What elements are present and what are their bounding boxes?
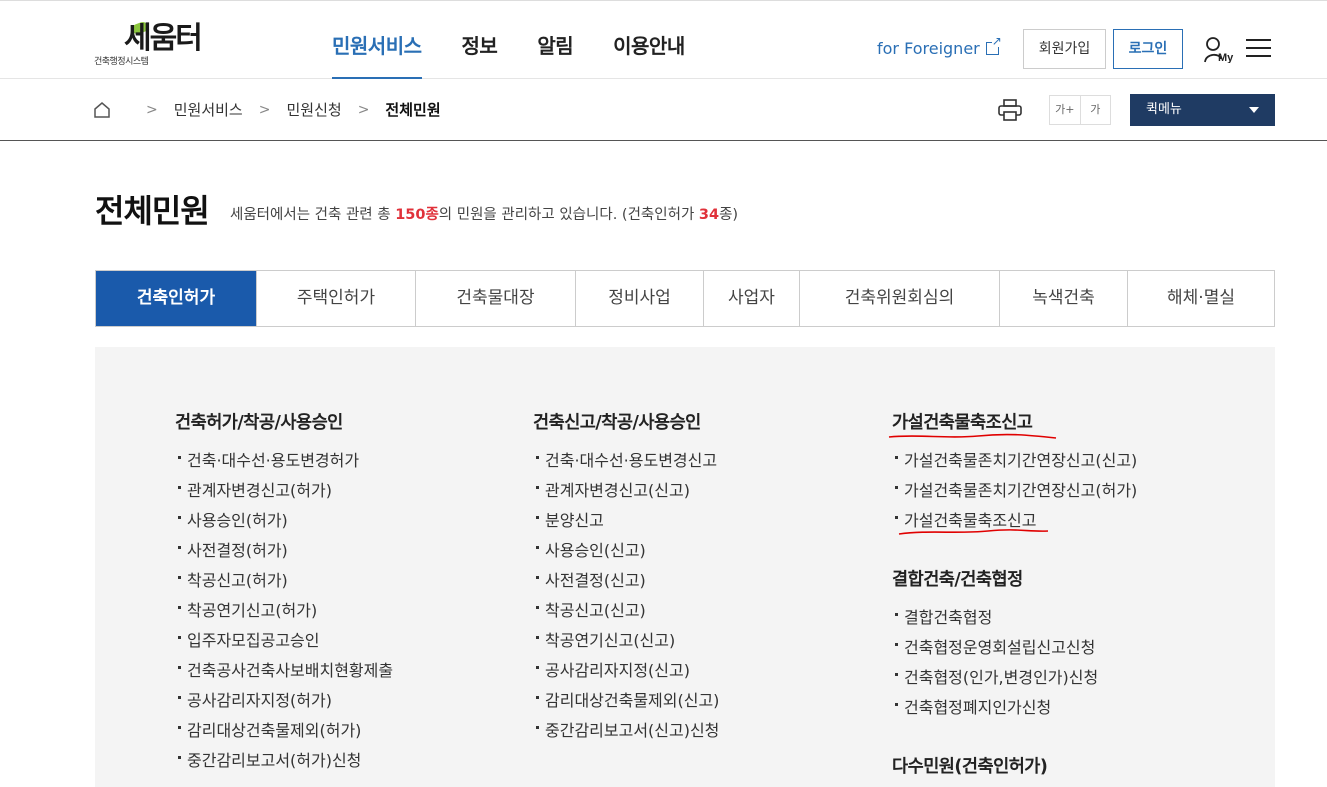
service-link[interactable]: 중간감리보고서(신고)신청 (533, 716, 719, 746)
red-underline-annotation (898, 529, 1049, 535)
service-list: 건축·대수선·용도변경신고 관계자변경신고(신고) 분양신고 사용승인(신고) … (533, 446, 719, 746)
breadcrumb-bar: > 민원서비스 > 민원신청 > 전체민원 (0, 79, 1327, 141)
service-link[interactable]: 관계자변경신고(신고) (533, 476, 719, 506)
tab-housing-permit[interactable]: 주택인허가 (256, 271, 415, 326)
breadcrumb-item[interactable]: 민원서비스 (174, 99, 243, 120)
column-permit: 건축허가/착공/사용승인 건축·대수선·용도변경허가 관계자변경신고(허가) 사… (175, 409, 393, 776)
tab-committee[interactable]: 건축위원회심의 (799, 271, 999, 326)
service-link[interactable]: 공사감리자지정(신고) (533, 656, 719, 686)
service-link[interactable]: 사용승인(허가) (175, 506, 393, 536)
quick-menu-select[interactable]: 퀵메뉴 (1130, 94, 1275, 126)
nav-info[interactable]: 정보 (462, 1, 498, 79)
service-list: 건축·대수선·용도변경허가 관계자변경신고(허가) 사용승인(허가) 사전결정(… (175, 446, 393, 776)
service-link[interactable]: 착공연기신고(허가) (175, 596, 393, 626)
group-title: 건축신고/착공/사용승인 (533, 413, 701, 433)
desc-text: 의 민원을 관리하고 있습니다. (건축인허가 (438, 207, 699, 223)
for-foreigner-label: for Foreigner (877, 39, 980, 58)
desc-text: 세움터에서는 건축 관련 총 (230, 207, 396, 223)
service-link[interactable]: 건축협정운영회설립신고신청 (892, 633, 1137, 663)
tab-business[interactable]: 사업자 (703, 271, 799, 326)
service-link[interactable]: 가설건축물존치기간연장신고(신고) (892, 446, 1137, 476)
main-nav: 민원서비스 정보 알림 이용안내 (332, 1, 725, 80)
chevron-right-icon: > (146, 101, 158, 118)
service-list-panel: 건축허가/착공/사용승인 건축·대수선·용도변경허가 관계자변경신고(허가) 사… (95, 347, 1275, 787)
service-list: 가설건축물존치기간연장신고(신고) 가설건축물존치기간연장신고(허가) 가설건축… (892, 446, 1137, 536)
font-larger-button[interactable]: 가+ (1050, 96, 1080, 124)
quick-menu-label: 퀵메뉴 (1146, 102, 1182, 117)
service-link[interactable]: 건축협정(인가,변경인가)신청 (892, 663, 1137, 693)
nav-civil-service[interactable]: 민원서비스 (332, 1, 422, 79)
service-link-highlighted[interactable]: 가설건축물축조신고 (892, 506, 1137, 536)
breadcrumb-item[interactable]: 민원신청 (286, 99, 341, 120)
service-link[interactable]: 감리대상건축물제외(신고) (533, 686, 719, 716)
chevron-right-icon: > (357, 101, 370, 118)
group-report: 건축신고/착공/사용승인 건축·대수선·용도변경신고 관계자변경신고(신고) 분… (533, 409, 719, 746)
chevron-right-icon: > (258, 101, 271, 118)
group-permit: 건축허가/착공/사용승인 건축·대수선·용도변경허가 관계자변경신고(허가) 사… (175, 409, 393, 776)
hamburger-menu-icon[interactable] (1246, 39, 1271, 59)
service-link[interactable]: 결합건축협정 (892, 603, 1137, 633)
column-report: 건축신고/착공/사용승인 건축·대수선·용도변경신고 관계자변경신고(신고) 분… (533, 409, 719, 746)
group-title: 건축허가/착공/사용승인 (175, 413, 343, 433)
tab-building-register[interactable]: 건축물대장 (415, 271, 575, 326)
desc-count: 34 (698, 207, 720, 223)
service-link[interactable]: 사전결정(신고) (533, 566, 719, 596)
column-temporary: 가설건축물축조신고 가설건축물존치기간연장신고(신고) 가설건축물존치기간연장신… (888, 409, 1137, 787)
category-tabs: 건축인허가 주택인허가 건축물대장 정비사업 사업자 건축위원회심의 녹색건축 … (95, 270, 1275, 327)
home-icon[interactable] (93, 101, 111, 119)
service-link[interactable]: 착공신고(허가) (175, 566, 393, 596)
nav-guide[interactable]: 이용안내 (613, 1, 685, 79)
group-temporary: 가설건축물축조신고 가설건축물존치기간연장신고(신고) 가설건축물존치기간연장신… (888, 409, 1137, 536)
tab-building-permit[interactable]: 건축인허가 (96, 271, 256, 326)
page-title: 전체민원 (95, 192, 210, 230)
service-list: 결합건축협정 건축협정운영회설립신고신청 건축협정(인가,변경인가)신청 건축협… (892, 603, 1137, 723)
logo-text: 세움터 (124, 21, 203, 56)
service-link[interactable]: 건축공사건축사보배치현황제출 (175, 656, 393, 686)
service-link[interactable]: 사전결정(허가) (175, 536, 393, 566)
external-link-icon (985, 35, 1002, 55)
service-link[interactable]: 입주자모집공고승인 (175, 626, 393, 656)
font-size-controls: 가+ 가 (1049, 95, 1111, 125)
group-multiple: 다수민원(건축인허가) (892, 753, 1137, 787)
service-link[interactable]: 공사감리자지정(허가) (175, 686, 393, 716)
red-underline-annotation (888, 433, 1057, 439)
service-link[interactable]: 건축협정폐지인가신청 (892, 693, 1137, 723)
service-link[interactable]: 건축·대수선·용도변경신고 (533, 446, 719, 476)
desc-total: 150종 (395, 207, 439, 223)
tab-demolition[interactable]: 해체·멸실 (1127, 271, 1274, 326)
breadcrumb-current: 전체민원 (385, 101, 441, 119)
service-link[interactable]: 분양신고 (533, 506, 719, 536)
group-title: 결합건축/건축협정 (892, 570, 1023, 590)
group-combined: 결합건축/건축협정 결합건축협정 건축협정운영회설립신고신청 건축협정(인가,변… (892, 566, 1137, 723)
my-label: My (1218, 52, 1234, 63)
logo[interactable]: 세움터 건축행정시스템 (94, 20, 234, 67)
page-description: 세움터에서는 건축 관련 총 150종의 민원을 관리하고 있습니다. (건축인… (230, 203, 738, 224)
service-link[interactable]: 중간감리보고서(허가)신청 (175, 746, 393, 776)
join-button[interactable]: 회원가입 (1023, 29, 1106, 69)
group-title: 가설건축물축조신고 (888, 409, 1057, 439)
tab-green-building[interactable]: 녹색건축 (999, 271, 1127, 326)
service-link[interactable]: 감리대상건축물제외(허가) (175, 716, 393, 746)
breadcrumb: > 민원서비스 > 민원신청 > 전체민원 (130, 99, 441, 120)
service-link[interactable]: 관계자변경신고(허가) (175, 476, 393, 506)
font-normal-button[interactable]: 가 (1079, 96, 1111, 124)
site-header: 세움터 건축행정시스템 민원서비스 정보 알림 이용안내 for Foreign… (0, 0, 1327, 79)
for-foreigner-link[interactable]: for Foreigner (877, 35, 1002, 58)
desc-text: 종) (719, 207, 739, 223)
service-link[interactable]: 사용승인(신고) (533, 536, 719, 566)
tab-maintenance[interactable]: 정비사업 (575, 271, 703, 326)
service-link[interactable]: 착공신고(신고) (533, 596, 719, 626)
group-title: 다수민원(건축인허가) (892, 757, 1048, 777)
caret-down-icon (1249, 107, 1259, 113)
service-link[interactable]: 가설건축물존치기간연장신고(허가) (892, 476, 1137, 506)
logo-subtitle: 건축행정시스템 (94, 57, 149, 67)
print-icon[interactable] (998, 99, 1022, 121)
login-button[interactable]: 로그인 (1113, 29, 1183, 69)
service-link[interactable]: 착공연기신고(신고) (533, 626, 719, 656)
nav-notice[interactable]: 알림 (537, 1, 573, 79)
service-link[interactable]: 건축·대수선·용도변경허가 (175, 446, 393, 476)
group-title-text: 가설건축물축조신고 (892, 413, 1033, 433)
my-page-icon[interactable]: My (1203, 35, 1235, 64)
